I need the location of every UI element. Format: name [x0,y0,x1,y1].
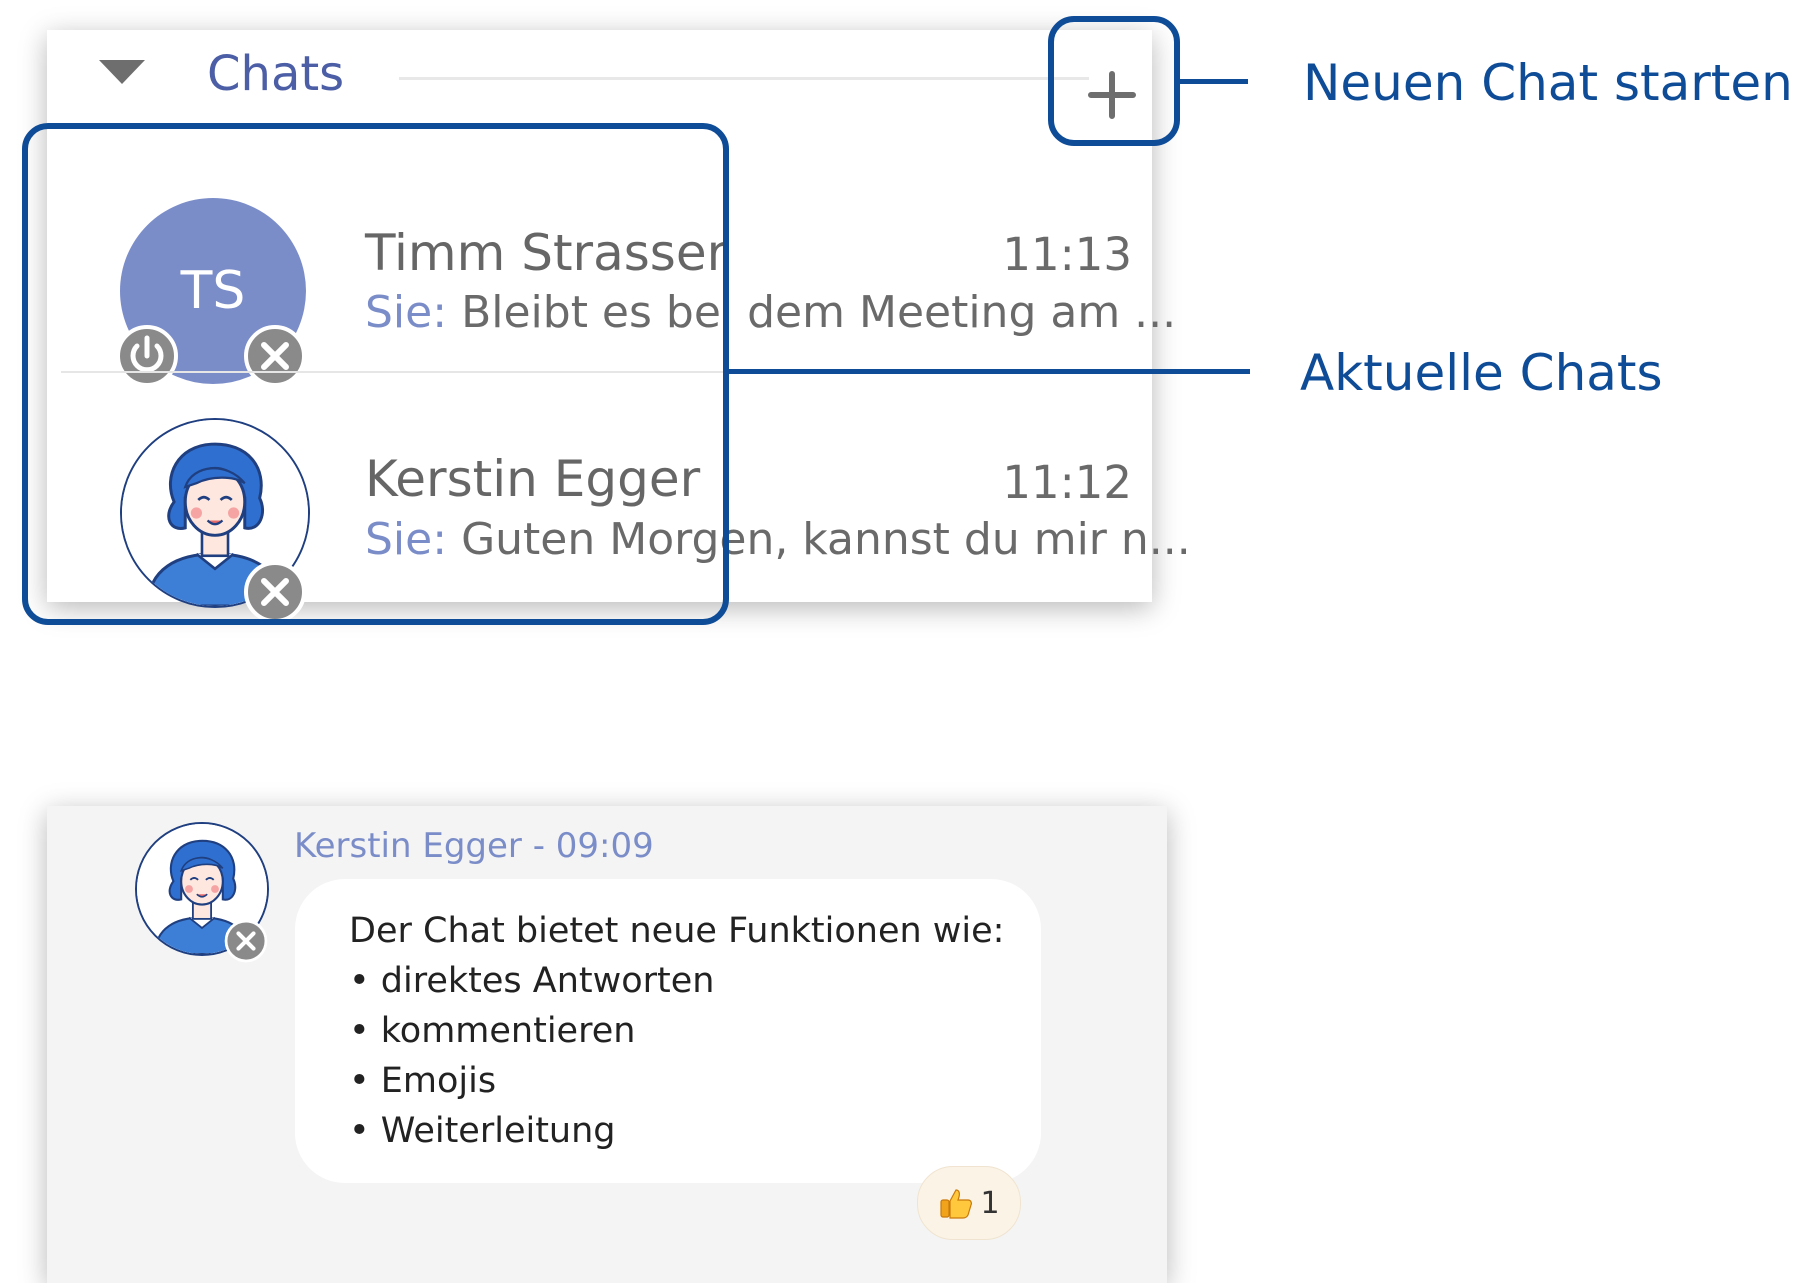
chats-title: Chats [207,46,345,102]
message-text: Der Chat bietet neue Funktionen wie: • d… [349,906,1004,1156]
message-line: • kommentieren [349,1011,636,1051]
preview-sender: Sie: [365,514,448,565]
thumbs-up-reaction[interactable]: 1 [917,1166,1021,1240]
header-divider [399,77,1089,80]
chat-item-timm-strasser[interactable]: TS Timm Strasser 11:13 Sie: Bleibt es be… [47,172,1176,398]
chat-name: Kerstin Egger [365,450,701,508]
avatar-initials: TS [180,261,246,321]
preview-sender: Sie: [365,287,448,338]
chats-panel: Chats TS Timm Strasser 11:13 Sie: Bleibt… [47,30,1191,602]
thumbs-up-icon [940,1189,973,1219]
message-line: • Emojis [349,1061,497,1101]
chat-name: Timm Strasser [365,224,728,282]
chat-time: 11:13 [1002,228,1132,281]
power-status-icon [116,325,178,387]
chats-header: Chats [47,30,1152,128]
chat-item-kerstin-egger[interactable]: Kerstin Egger 11:12 Sie: Guten Morgen, k… [47,400,1191,626]
chat-time: 11:12 [1002,456,1132,509]
chat-divider [61,371,761,373]
plus-icon [1088,71,1136,119]
reaction-count: 1 [980,1185,1000,1221]
message-panel: Kerstin Egger - 09:09 Der Chat bietet ne… [47,806,1167,1283]
current-chats-callout-label: Aktuelle Chats [1300,344,1663,402]
current-chats-connector-line [728,369,1250,374]
preview-text: Guten Morgen, kannst du mir n... [461,514,1191,565]
collapse-triangle-icon[interactable] [99,60,145,84]
new-chat-connector-line [1180,79,1248,84]
preview-text: Bleibt es bei dem Meeting am ... [461,287,1177,338]
message-header: Kerstin Egger - 09:09 [294,826,654,866]
offline-status-icon [224,919,268,963]
message-line: • Weiterleitung [349,1111,616,1151]
chat-preview: Sie: Guten Morgen, kannst du mir n... [365,514,1191,565]
chat-preview: Sie: Bleibt es bei dem Meeting am ... [365,287,1176,338]
message-line: • direktes Antworten [349,961,715,1001]
offline-status-icon [243,324,307,388]
offline-status-icon [243,560,307,624]
new-chat-button[interactable] [1077,60,1147,130]
message-line: Der Chat bietet neue Funktionen wie: [349,911,1005,951]
new-chat-callout-label: Neuen Chat starten [1303,54,1793,112]
